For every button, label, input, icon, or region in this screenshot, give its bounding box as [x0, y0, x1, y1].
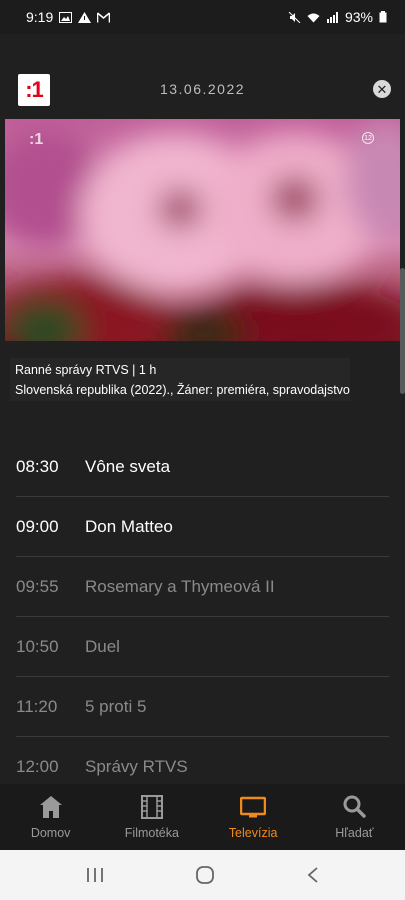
- bottom-navigation: Domov Filmotéka Televízia Hľadať: [0, 784, 405, 850]
- schedule-time: 10:50: [16, 636, 59, 656]
- nav-home[interactable]: Domov: [0, 784, 101, 850]
- schedule-row[interactable]: 09:00 Don Matteo: [16, 497, 389, 557]
- signal-icon: [326, 11, 338, 23]
- schedule-time: 08:30: [16, 456, 59, 476]
- close-icon: ✕: [376, 81, 388, 97]
- schedule-title: Rosemary a Thymeová II: [85, 576, 275, 596]
- schedule-row[interactable]: 10:50 Duel: [16, 617, 389, 677]
- search-icon: [343, 795, 367, 818]
- battery-percentage: 93%: [344, 9, 373, 25]
- schedule-time: 12:00: [16, 757, 59, 776]
- channel-watermark: :1: [29, 131, 44, 148]
- mute-icon: [288, 11, 301, 23]
- system-navigation-bar: [0, 850, 405, 900]
- schedule-title: Správy RTVS: [85, 757, 188, 776]
- nav-television[interactable]: Televízia: [203, 784, 304, 850]
- nav-television-label: Televízia: [228, 826, 278, 840]
- schedule-title: Don Matteo: [85, 516, 173, 536]
- film-icon: [140, 795, 163, 819]
- nav-home-label: Domov: [30, 826, 71, 840]
- scroll-handle[interactable]: [400, 268, 405, 394]
- status-time: 9:19: [26, 9, 54, 25]
- status-bar: 9:19 93%: [0, 0, 405, 34]
- schedule-row[interactable]: 11:20 5 proti 5: [16, 677, 389, 737]
- schedule-time: 11:20: [16, 696, 58, 716]
- back-icon[interactable]: [306, 866, 320, 884]
- program-date: 13.06.2022: [159, 81, 246, 97]
- nav-search[interactable]: Hľadať: [304, 784, 405, 850]
- video-frame: [5, 119, 400, 341]
- nav-film-library-label: Filmotéka: [124, 826, 179, 840]
- player-header: :1 13.06.2022 ✕: [0, 34, 405, 118]
- program-title-duration: Ranné správy RTVS | 1 h: [15, 363, 157, 377]
- gmail-icon: [97, 11, 111, 22]
- wifi-icon: [307, 13, 320, 22]
- image-notification-icon: [59, 11, 73, 23]
- age-rating-badge: 12: [362, 132, 374, 144]
- close-button[interactable]: ✕: [373, 80, 391, 98]
- home-icon: [39, 796, 62, 818]
- schedule-row[interactable]: 08:30 Vône sveta: [16, 437, 389, 497]
- schedule-title: 5 proti 5: [85, 696, 147, 716]
- battery-icon: [379, 11, 387, 23]
- tv-icon: [240, 796, 267, 818]
- nav-film-library[interactable]: Filmotéka: [101, 784, 202, 850]
- recent-apps-icon[interactable]: [86, 867, 104, 883]
- schedule-time: 09:55: [16, 576, 59, 596]
- program-details: Slovenská republika (2022)., Žáner: prem…: [15, 383, 350, 397]
- program-schedule: 08:30 Vône sveta 09:00 Don Matteo 09:55 …: [16, 437, 389, 797]
- schedule-title: Vône sveta: [85, 456, 171, 476]
- home-button-icon[interactable]: [195, 865, 215, 885]
- warning-icon: [78, 11, 92, 23]
- schedule-time: 09:00: [16, 516, 59, 536]
- video-player[interactable]: :1 12: [5, 119, 400, 341]
- schedule-row[interactable]: 09:55 Rosemary a Thymeová II: [16, 557, 389, 617]
- nav-search-label: Hľadať: [335, 826, 374, 840]
- program-info: Ranné správy RTVS | 1 h Slovenská republ…: [10, 358, 350, 401]
- schedule-title: Duel: [85, 636, 120, 656]
